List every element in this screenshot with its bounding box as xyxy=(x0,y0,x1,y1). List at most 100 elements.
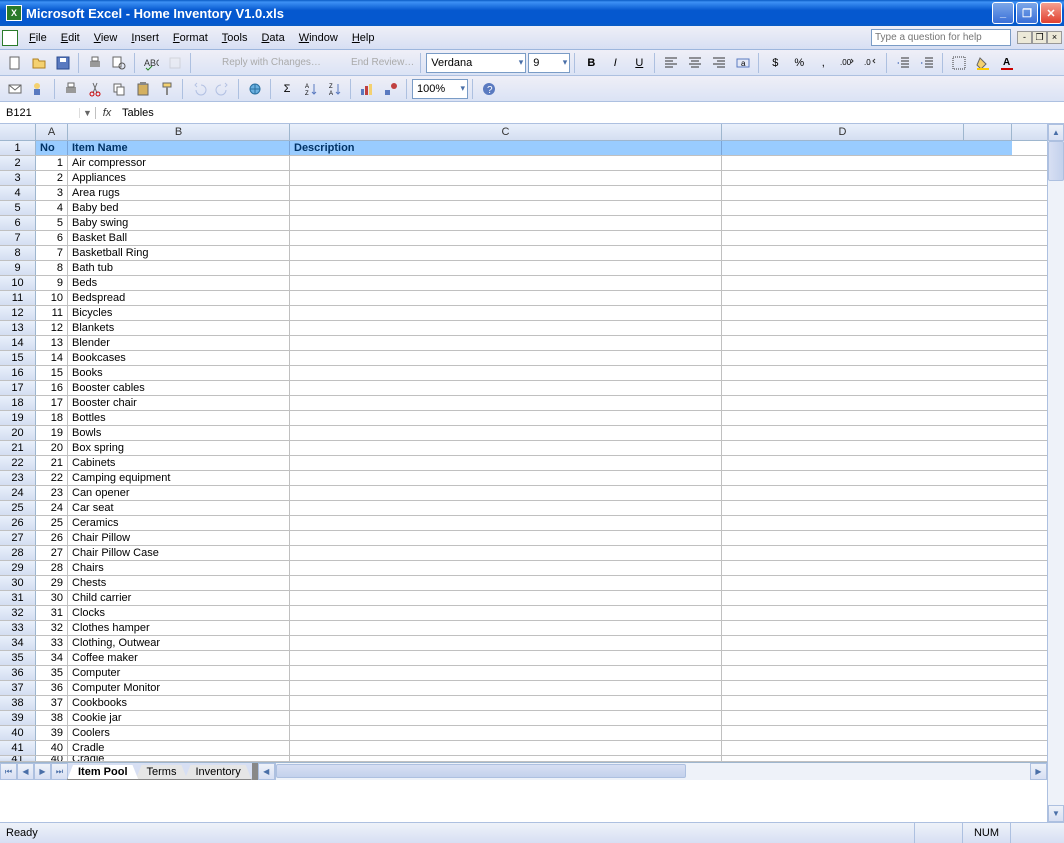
row-header[interactable]: 21 xyxy=(0,441,36,455)
cell[interactable] xyxy=(290,471,722,485)
cell[interactable]: 23 xyxy=(36,486,68,500)
copy-icon[interactable] xyxy=(108,78,130,100)
col-header-a[interactable]: A xyxy=(36,124,68,140)
cell[interactable]: Description xyxy=(290,141,722,155)
cell[interactable] xyxy=(964,471,1012,485)
cell[interactable] xyxy=(722,666,964,680)
vscroll-thumb[interactable] xyxy=(1048,141,1064,181)
sheet-tab-item-pool[interactable]: Item Pool xyxy=(67,765,139,780)
cell[interactable] xyxy=(722,261,964,275)
cell[interactable]: Baby bed xyxy=(68,201,290,215)
cell[interactable] xyxy=(290,246,722,260)
row-header[interactable]: 38 xyxy=(0,696,36,710)
cell[interactable]: Basket Ball xyxy=(68,231,290,245)
row-header[interactable]: 11 xyxy=(0,291,36,305)
cell[interactable] xyxy=(722,726,964,740)
cell[interactable] xyxy=(290,426,722,440)
cell[interactable] xyxy=(290,681,722,695)
cell[interactable]: 21 xyxy=(36,456,68,470)
cell[interactable] xyxy=(964,516,1012,530)
cell[interactable]: 28 xyxy=(36,561,68,575)
cell[interactable]: 29 xyxy=(36,576,68,590)
cell[interactable]: Beds xyxy=(68,276,290,290)
cell[interactable]: Books xyxy=(68,366,290,380)
cell[interactable] xyxy=(290,366,722,380)
hyperlink-icon[interactable] xyxy=(244,78,266,100)
cell[interactable] xyxy=(964,486,1012,500)
row-header[interactable]: 2 xyxy=(0,156,36,170)
cell[interactable] xyxy=(722,681,964,695)
cell[interactable] xyxy=(290,591,722,605)
cell[interactable] xyxy=(964,321,1012,335)
cell[interactable] xyxy=(964,411,1012,425)
cell[interactable]: 9 xyxy=(36,276,68,290)
cell[interactable] xyxy=(964,681,1012,695)
cell[interactable] xyxy=(964,501,1012,515)
cell[interactable] xyxy=(290,576,722,590)
align-left-icon[interactable] xyxy=(660,52,682,74)
cell[interactable] xyxy=(290,636,722,650)
row-header[interactable]: 40 xyxy=(0,726,36,740)
cell[interactable]: 17 xyxy=(36,396,68,410)
cell[interactable] xyxy=(722,591,964,605)
research-icon[interactable] xyxy=(164,52,186,74)
cell[interactable]: 16 xyxy=(36,381,68,395)
cell[interactable] xyxy=(722,171,964,185)
cell[interactable]: Coolers xyxy=(68,726,290,740)
cell[interactable] xyxy=(964,156,1012,170)
col-header-b[interactable]: B xyxy=(68,124,290,140)
row-header[interactable]: 31 xyxy=(0,591,36,605)
chart-wizard-icon[interactable] xyxy=(356,78,378,100)
row-header[interactable]: 34 xyxy=(0,636,36,650)
name-box[interactable]: B121 ▼ xyxy=(0,107,96,119)
cell[interactable] xyxy=(722,141,964,155)
cell[interactable] xyxy=(722,486,964,500)
cell[interactable] xyxy=(964,261,1012,275)
cell[interactable]: Clothes hamper xyxy=(68,621,290,635)
cell[interactable] xyxy=(964,336,1012,350)
row-header[interactable]: 23 xyxy=(0,471,36,485)
menu-format[interactable]: Format xyxy=(166,29,215,47)
cell[interactable] xyxy=(722,291,964,305)
cell[interactable] xyxy=(964,591,1012,605)
cell[interactable] xyxy=(290,561,722,575)
row-header[interactable]: 33 xyxy=(0,621,36,635)
cell[interactable]: 14 xyxy=(36,351,68,365)
cell[interactable] xyxy=(964,246,1012,260)
cell[interactable]: 20 xyxy=(36,441,68,455)
cell[interactable] xyxy=(290,276,722,290)
row-header[interactable]: 19 xyxy=(0,411,36,425)
font-name-combo[interactable]: Verdana xyxy=(426,53,526,73)
row-header[interactable]: 15 xyxy=(0,351,36,365)
doc-restore-button[interactable]: ❐ xyxy=(1032,31,1047,44)
cell[interactable] xyxy=(964,531,1012,545)
cell[interactable]: Clocks xyxy=(68,606,290,620)
row-header[interactable]: 7 xyxy=(0,231,36,245)
cell[interactable] xyxy=(964,546,1012,560)
merge-center-icon[interactable]: a xyxy=(732,52,754,74)
vscroll-track[interactable] xyxy=(1048,181,1064,805)
cell[interactable] xyxy=(964,666,1012,680)
cell[interactable] xyxy=(964,741,1012,755)
sort-desc-icon[interactable]: ZA xyxy=(324,78,346,100)
menu-data[interactable]: Data xyxy=(254,29,291,47)
cell[interactable]: 10 xyxy=(36,291,68,305)
save-icon[interactable] xyxy=(52,52,74,74)
cell[interactable] xyxy=(290,606,722,620)
cell[interactable]: 2 xyxy=(36,171,68,185)
cell[interactable] xyxy=(964,696,1012,710)
row-header[interactable]: 41 xyxy=(0,741,36,755)
cell[interactable] xyxy=(290,621,722,635)
cell[interactable] xyxy=(964,381,1012,395)
cell[interactable]: 30 xyxy=(36,591,68,605)
formula-input[interactable] xyxy=(118,107,1064,119)
row-header[interactable]: 32 xyxy=(0,606,36,620)
hscroll-right-icon[interactable]: ▶ xyxy=(1030,763,1047,780)
cell[interactable] xyxy=(722,156,964,170)
cell[interactable]: 5 xyxy=(36,216,68,230)
cell[interactable] xyxy=(964,306,1012,320)
increase-decimal-icon[interactable]: .00 xyxy=(836,52,858,74)
minimize-button[interactable]: _ xyxy=(992,2,1014,24)
cell[interactable] xyxy=(722,186,964,200)
cell[interactable]: Booster cables xyxy=(68,381,290,395)
